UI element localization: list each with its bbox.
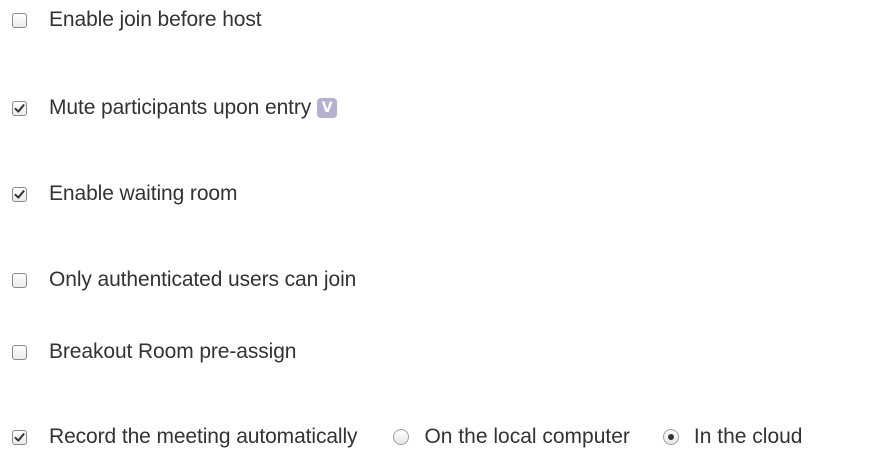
radio-local-computer[interactable]	[393, 429, 410, 445]
option-record-meeting-automatically: Record the meeting automatically On the …	[12, 425, 803, 449]
radio-label: In the cloud	[693, 425, 803, 448]
radio-option-in-the-cloud[interactable]: In the cloud	[662, 425, 803, 449]
checkmark-icon	[14, 432, 25, 442]
option-enable-waiting-room: Enable waiting room	[12, 182, 237, 206]
checkbox-enable-join-before-host[interactable]	[12, 12, 27, 28]
option-label: Enable join before host	[49, 8, 262, 31]
option-label: Enable waiting room	[49, 182, 238, 205]
version-badge-icon[interactable]: V	[317, 98, 338, 118]
radio-selected-dot-icon	[667, 434, 674, 440]
option-label: Only authenticated users can join	[49, 268, 357, 291]
option-breakout-room-pre-assign: Breakout Room pre-assign	[12, 340, 296, 364]
checkbox-mute-participants-upon-entry[interactable]	[12, 100, 27, 116]
radio-in-the-cloud[interactable]	[662, 429, 679, 445]
option-label: Record the meeting automatically	[49, 425, 358, 448]
checkbox-record-meeting-automatically[interactable]	[12, 429, 27, 445]
option-enable-join-before-host: Enable join before host	[12, 8, 262, 32]
option-only-authenticated-users: Only authenticated users can join	[12, 268, 356, 292]
checkbox-enable-waiting-room[interactable]	[12, 186, 27, 202]
option-label: Mute participants upon entry	[49, 96, 312, 119]
checkmark-icon	[14, 103, 25, 113]
checkbox-breakout-room-pre-assign[interactable]	[12, 344, 27, 360]
radio-option-local-computer[interactable]: On the local computer	[393, 425, 630, 449]
checkbox-only-authenticated-users[interactable]	[12, 272, 27, 288]
option-mute-participants-upon-entry: Mute participants upon entry V	[12, 96, 338, 120]
record-location-radio-group: On the local computer In the cloud	[393, 425, 803, 449]
option-label: Breakout Room pre-assign	[49, 340, 297, 363]
radio-label: On the local computer	[424, 425, 630, 448]
checkmark-icon	[14, 189, 25, 199]
